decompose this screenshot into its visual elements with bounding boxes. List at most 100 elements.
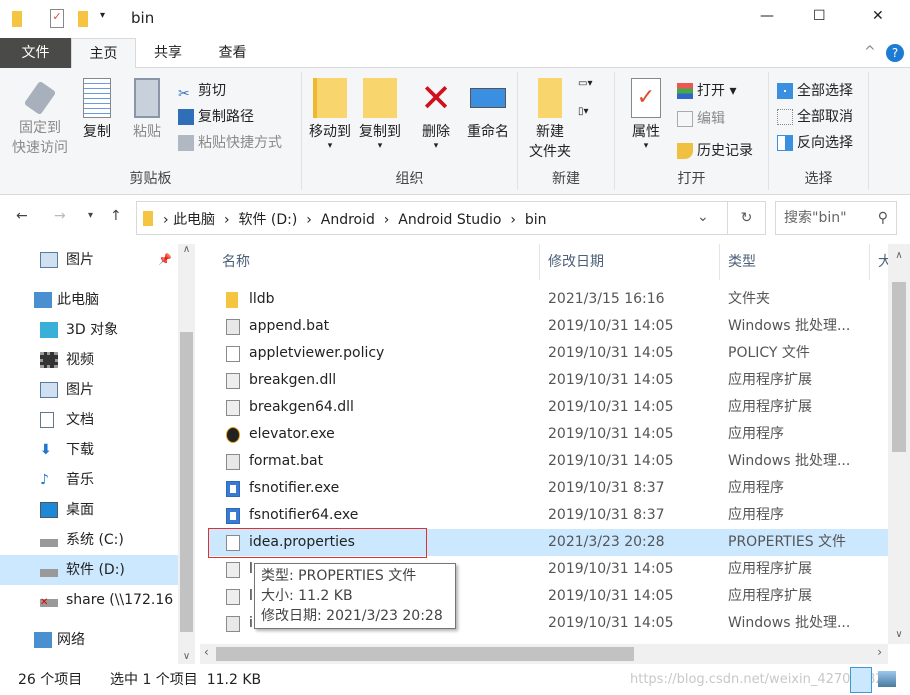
copy-to-button[interactable]: 复制到 ▾ [354, 72, 406, 151]
nav-item-downloads[interactable]: ⬇ 下载 [0, 435, 178, 465]
file-date: 2019/10/31 14:05 [548, 561, 674, 577]
nav-item-network-share[interactable]: ✕ share (\\172.16 [0, 585, 178, 615]
nav-item-desktop[interactable]: 桌面 [0, 495, 178, 525]
tab-home[interactable]: 主页 [71, 38, 136, 69]
details-view-button[interactable] [850, 667, 872, 693]
copy-button[interactable]: 复制 [78, 72, 116, 142]
help-icon[interactable]: ? [886, 44, 904, 62]
paste-shortcut-button[interactable]: 粘贴快捷方式 [178, 132, 282, 154]
crumb-bin[interactable]: bin [525, 212, 547, 228]
status-bar: 26 个项目 选中 1 个项目 11.2 KB https://blog.csd… [0, 665, 910, 695]
file-row[interactable]: breakgen.dll 2019/10/31 14:05 应用程序扩展 [208, 367, 888, 394]
bat-file-icon [226, 319, 240, 335]
tab-share[interactable]: 共享 [136, 38, 200, 68]
crumb-android-studio[interactable]: Android Studio [398, 212, 501, 228]
group-open: ✓ 属性 ▾ 打开 ▾ 编辑 历史记录 打开 [615, 72, 769, 190]
nav-item-drive-c[interactable]: 系统 (C:) [0, 525, 178, 555]
close-button[interactable]: ✕ [872, 8, 884, 24]
new-folder-quick-icon[interactable] [78, 11, 88, 27]
tab-view[interactable]: 查看 [200, 38, 265, 68]
nav-item-this-pc[interactable]: 此电脑 [0, 285, 178, 315]
search-input[interactable]: 搜索"bin" ⚲ [775, 201, 897, 235]
file-list-horizontal-thumb[interactable] [216, 647, 634, 661]
crumb-drive-d[interactable]: 软件 (D:) [238, 212, 297, 228]
minimize-button[interactable]: — [760, 8, 774, 24]
crumb-this-pc[interactable]: 此电脑 [173, 212, 215, 228]
file-list-horizontal-scrollbar[interactable]: ‹ › [200, 644, 888, 664]
nav-item-network[interactable]: 网络 [0, 625, 178, 655]
up-button[interactable]: ↑ [110, 208, 122, 224]
pictures-icon [40, 252, 58, 268]
file-row[interactable]: fsnotifier.exe 2019/10/31 8:37 应用程序 [208, 475, 888, 502]
file-type: 应用程序扩展 [728, 588, 812, 604]
column-header-size[interactable]: 大 [870, 244, 888, 280]
dll-file-icon [226, 373, 240, 389]
address-dropdown-icon[interactable]: ⌄ [697, 209, 709, 225]
forward-button[interactable]: → [54, 208, 66, 224]
column-header-name[interactable]: 名称 [200, 244, 540, 280]
nav-item-pictures[interactable]: 图片 [0, 375, 178, 405]
file-row[interactable]: fsnotifier64.exe 2019/10/31 8:37 应用程序 [208, 502, 888, 529]
drive-icon [40, 569, 58, 577]
maximize-button[interactable]: ☐ [813, 8, 826, 24]
nav-item-documents[interactable]: 文档 [0, 405, 178, 435]
new-folder-button[interactable]: 新建 文件夹 [522, 72, 578, 162]
nav-scrollbar[interactable]: ∧ ∨ [178, 244, 195, 664]
properties-quick-icon[interactable]: ✓ [50, 9, 64, 28]
file-row[interactable]: append.bat 2019/10/31 14:05 Windows 批处理.… [208, 313, 888, 340]
new-item-dropdown-icon[interactable]: ▭▾ [578, 78, 604, 96]
ribbon: 固定到 快速访问 复制 粘贴 ✂ 剪切 复制路径 粘贴快捷方式 剪贴板 移动到 ▾ 复… [0, 68, 910, 195]
nav-item-videos[interactable]: 视频 [0, 345, 178, 375]
large-icons-view-button[interactable] [878, 671, 896, 687]
file-list-vertical-scrollbar[interactable]: ∧ ∨ [888, 244, 910, 644]
nav-item-pictures-quick[interactable]: 图片 📌 [0, 245, 178, 275]
download-icon: ⬇ [40, 442, 52, 458]
tooltip-modified: 修改日期: 2021/3/23 20:28 [261, 608, 443, 624]
invert-selection-button[interactable]: 反向选择 [777, 132, 853, 154]
nav-item-3d-objects[interactable]: 3D 对象 [0, 315, 178, 345]
file-date: 2019/10/31 14:05 [548, 588, 674, 604]
pin-quick-access-button[interactable]: 固定到 快速访问 [6, 72, 74, 158]
file-name: elevator.exe [249, 426, 335, 442]
address-bar[interactable]: › 此电脑 › 软件 (D:) › Android › Android Stud… [136, 201, 766, 235]
properties-button[interactable]: ✓ 属性 ▾ [621, 72, 671, 151]
tab-file[interactable]: 文件 [0, 38, 71, 68]
disconnected-network-drive-icon: ✕ [40, 598, 58, 608]
file-row[interactable]: lldb 2021/3/15 16:16 文件夹 [208, 286, 888, 313]
move-to-button[interactable]: 移动到 ▾ [304, 72, 356, 151]
file-list-vertical-thumb[interactable] [892, 282, 906, 452]
rename-button[interactable]: 重命名 [462, 72, 514, 142]
file-row[interactable]: appletviewer.policy 2019/10/31 14:05 POL… [208, 340, 888, 367]
file-type: 应用程序 [728, 426, 784, 442]
file-row[interactable]: elevator.exe 2019/10/31 14:05 应用程序 [208, 421, 888, 448]
nav-scrollbar-thumb[interactable] [180, 332, 193, 632]
edit-button[interactable]: 编辑 [677, 108, 725, 130]
crumb-android[interactable]: Android [321, 212, 375, 228]
history-button[interactable]: 历史记录 [677, 140, 753, 162]
easy-access-dropdown-icon[interactable]: ▯▾ [578, 106, 604, 124]
select-none-button[interactable]: 全部取消 [777, 106, 853, 128]
refresh-button[interactable]: ↻ [727, 202, 765, 234]
file-name: format.bat [249, 453, 324, 469]
file-type: Windows 批处理... [728, 318, 851, 334]
select-all-button[interactable]: 全部选择 [777, 80, 853, 102]
delete-button[interactable]: ✕ 删除 ▾ [416, 72, 456, 151]
back-button[interactable]: ← [16, 208, 28, 224]
column-header-type[interactable]: 类型 [720, 244, 870, 280]
nav-item-drive-d[interactable]: 软件 (D:) [0, 555, 178, 585]
file-type: 应用程序 [728, 507, 784, 523]
collapse-ribbon-icon[interactable]: ^ [864, 44, 876, 60]
file-date: 2021/3/23 20:28 [548, 534, 665, 550]
copy-icon [83, 78, 111, 118]
file-row[interactable]: breakgen64.dll 2019/10/31 14:05 应用程序扩展 [208, 394, 888, 421]
open-button[interactable]: 打开 ▾ [677, 80, 736, 102]
recent-locations-button[interactable]: ▾ [88, 210, 93, 221]
cut-button[interactable]: ✂ 剪切 [178, 80, 226, 102]
file-name: fsnotifier.exe [249, 480, 340, 496]
nav-item-music[interactable]: ♪ 音乐 [0, 465, 178, 495]
paste-button[interactable]: 粘贴 [127, 72, 167, 142]
quick-access-dropdown-icon[interactable]: ▾ [100, 10, 105, 21]
file-row[interactable]: format.bat 2019/10/31 14:05 Windows 批处理.… [208, 448, 888, 475]
column-header-date[interactable]: 修改日期 [540, 244, 720, 280]
copy-path-button[interactable]: 复制路径 [178, 106, 254, 128]
